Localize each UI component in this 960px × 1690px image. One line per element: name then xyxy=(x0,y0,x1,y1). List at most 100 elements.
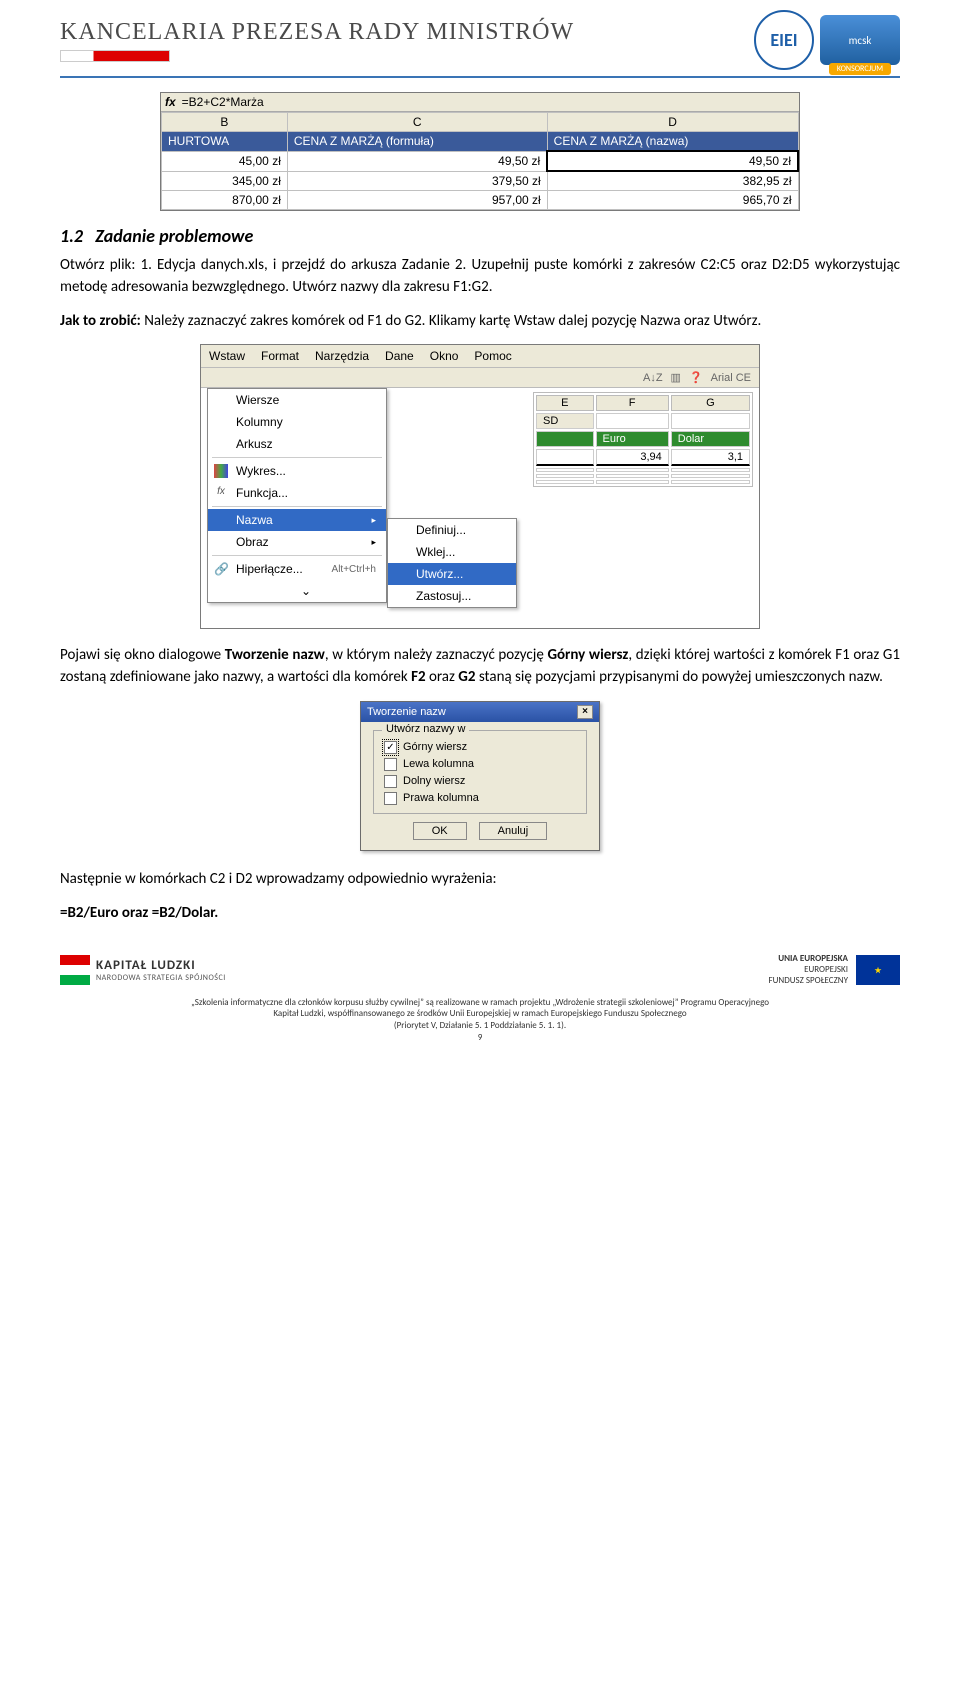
mcsk-label: mcsk xyxy=(849,34,872,47)
col-g: G xyxy=(671,395,750,411)
paragraph-3: Pojawi się okno dialogowe Tworzenie nazw… xyxy=(60,645,900,689)
paragraph-1: Otwórz plik: 1. Edycja danych.xls, i prz… xyxy=(60,255,900,299)
menu-separator xyxy=(212,506,382,507)
help-icon[interactable]: ❓ xyxy=(689,371,703,384)
menu-item-kolumny[interactable]: Kolumny xyxy=(208,411,386,433)
wstaw-dropdown: Wiersze Kolumny Arkusz Wykres... fxFunkc… xyxy=(207,388,387,603)
checkbox-icon[interactable] xyxy=(384,741,397,754)
menu-separator xyxy=(212,457,382,458)
menu-screenshot: Wstaw Format Narzędzia Dane Okno Pomoc A… xyxy=(200,344,760,629)
section-heading: 1.2 Zadanie problemowe xyxy=(60,225,900,247)
checkbox-icon[interactable] xyxy=(384,792,397,805)
menu-item-arkusz[interactable]: Arkusz xyxy=(208,433,386,455)
cell: 3,1 xyxy=(671,449,750,466)
sort-icon[interactable]: A↓Z xyxy=(643,372,663,384)
menu-narzedzia[interactable]: Narzędzia xyxy=(315,349,369,363)
kapital-ludzki-logo: KAPITAŁ LUDZKI NARODOWA STRATEGIA SPÓJNO… xyxy=(60,955,226,985)
option-gorny-wiersz[interactable]: Górny wiersz xyxy=(384,739,576,756)
link-icon: 🔗 xyxy=(214,562,228,576)
nazwa-submenu: Definiuj... Wklej... Utwórz... Zastosuj.… xyxy=(387,518,517,608)
font-combo[interactable]: Arial CE xyxy=(711,372,751,384)
menu-wstaw[interactable]: Wstaw xyxy=(209,349,245,363)
fx-icon: fx xyxy=(165,95,176,109)
hdr-nazwa: CENA Z MARŻĄ (nazwa) xyxy=(547,132,798,152)
selected-cell: 49,50 zł xyxy=(547,151,798,171)
menu-item-nazwa[interactable]: Nazwa xyxy=(208,509,386,531)
cell xyxy=(536,431,594,447)
formula-bar-value: =B2+C2*Marża xyxy=(182,95,264,109)
menu-item-obraz[interactable]: Obraz xyxy=(208,531,386,553)
dialog-titlebar: Tworzenie nazw × xyxy=(361,702,599,722)
cancel-button[interactable]: Anuluj xyxy=(479,822,548,840)
cell: 965,70 zł xyxy=(547,191,798,210)
checkbox-icon[interactable] xyxy=(384,758,397,771)
ue-line3: FUNDUSZ SPOŁECZNY xyxy=(768,976,848,987)
menu-format[interactable]: Format xyxy=(261,349,299,363)
submenu-definiuj[interactable]: Definiuj... xyxy=(388,519,516,541)
menu-okno[interactable]: Okno xyxy=(430,349,459,363)
dialog-title-text: Tworzenie nazw xyxy=(367,706,446,718)
data-row-3: 870,00 zł 957,00 zł 965,70 zł xyxy=(162,191,799,210)
chart-icon xyxy=(214,464,228,478)
option-label: Prawa kolumna xyxy=(403,792,479,804)
cell: 45,00 zł xyxy=(162,151,288,171)
submenu-wklej[interactable]: Wklej... xyxy=(388,541,516,563)
kl-subtitle: NARODOWA STRATEGIA SPÓJNOŚCI xyxy=(96,973,226,983)
option-label: Lewa kolumna xyxy=(403,758,474,770)
col-header-row: B C D xyxy=(162,113,799,132)
menu-item-wykres[interactable]: Wykres... xyxy=(208,460,386,482)
fx-icon: fx xyxy=(214,486,228,500)
label-row: HURTOWA CENA Z MARŻĄ (formuła) CENA Z MA… xyxy=(162,132,799,152)
ei-logo-icon: EIEI xyxy=(754,10,814,70)
howto-text: Należy zaznaczyć zakres komórek od F1 do… xyxy=(141,312,762,330)
cell: 379,50 zł xyxy=(287,171,547,191)
menu-item-funkcja[interactable]: fxFunkcja... xyxy=(208,482,386,504)
data-row-2: 345,00 zł 379,50 zł 382,95 zł xyxy=(162,171,799,191)
eu-flag-icon: ⋆ xyxy=(856,955,900,985)
sd-label: SD xyxy=(536,413,594,429)
data-row-1: 45,00 zł 49,50 zł 49,50 zł xyxy=(162,151,799,171)
menu-item-wiersze[interactable]: Wiersze xyxy=(208,389,386,411)
option-label: Górny wiersz xyxy=(403,741,467,753)
cell: 345,00 zł xyxy=(162,171,288,191)
close-icon[interactable]: × xyxy=(577,705,593,719)
cell: 870,00 zł xyxy=(162,191,288,210)
submenu-zastosuj[interactable]: Zastosuj... xyxy=(388,585,516,607)
kl-box-icon xyxy=(60,955,90,985)
col-e: E xyxy=(536,395,594,411)
menu-separator xyxy=(212,555,382,556)
submenu-utworz[interactable]: Utwórz... xyxy=(388,563,516,585)
col-f: F xyxy=(596,395,669,411)
section-number: 1.2 xyxy=(60,225,83,247)
hdr-formula: CENA Z MARŻĄ (formuła) xyxy=(287,132,547,152)
option-prawa-kolumna[interactable]: Prawa kolumna xyxy=(384,790,576,807)
option-dolny-wiersz[interactable]: Dolny wiersz xyxy=(384,773,576,790)
ok-button[interactable]: OK xyxy=(413,822,467,840)
cell: 3,94 xyxy=(596,449,669,466)
col-b: B xyxy=(162,113,288,132)
menu-dane[interactable]: Dane xyxy=(385,349,414,363)
kl-title: KAPITAŁ LUDZKI xyxy=(96,958,226,973)
paragraph-2: Jak to zrobić: Należy zaznaczyć zakres k… xyxy=(60,311,900,333)
col-c: C xyxy=(287,113,547,132)
cell-dolar: Dolar xyxy=(671,431,750,447)
checkbox-icon[interactable] xyxy=(384,775,397,788)
ue-logo: UNIA EUROPEJSKA EUROPEJSKI FUNDUSZ SPOŁE… xyxy=(768,954,900,986)
shortcut-text: Alt+Ctrl+h xyxy=(332,564,376,575)
sheet-preview: EFG SD EuroDolar 3,943,1 xyxy=(533,392,753,487)
dialog-tworzenie-nazw: Tworzenie nazw × Utwórz nazwy w Górny wi… xyxy=(360,701,600,851)
menu-expand-chevron[interactable]: ⌄ xyxy=(208,580,386,602)
excel-screenshot-1: fx =B2+C2*Marża B C D HURTOWA CENA Z MAR… xyxy=(160,92,800,211)
menu-pomoc[interactable]: Pomoc xyxy=(474,349,511,363)
cell: 49,50 zł xyxy=(287,151,547,171)
cell-euro: Euro xyxy=(596,431,669,447)
option-label: Dolny wiersz xyxy=(403,775,465,787)
cell xyxy=(536,449,594,466)
section-title: Zadanie problemowe xyxy=(95,225,253,247)
option-lewa-kolumna[interactable]: Lewa kolumna xyxy=(384,756,576,773)
menu-item-hiperlacze[interactable]: 🔗Hiperłącze...Alt+Ctrl+h xyxy=(208,558,386,580)
chart-toolbar-icon[interactable]: ▥ xyxy=(671,371,681,384)
konsorcjum-band: KONSORCJUM xyxy=(829,63,891,75)
fieldset-utworz-nazwy: Utwórz nazwy w Górny wiersz Lewa kolumna… xyxy=(373,730,587,814)
cell: 382,95 zł xyxy=(547,171,798,191)
